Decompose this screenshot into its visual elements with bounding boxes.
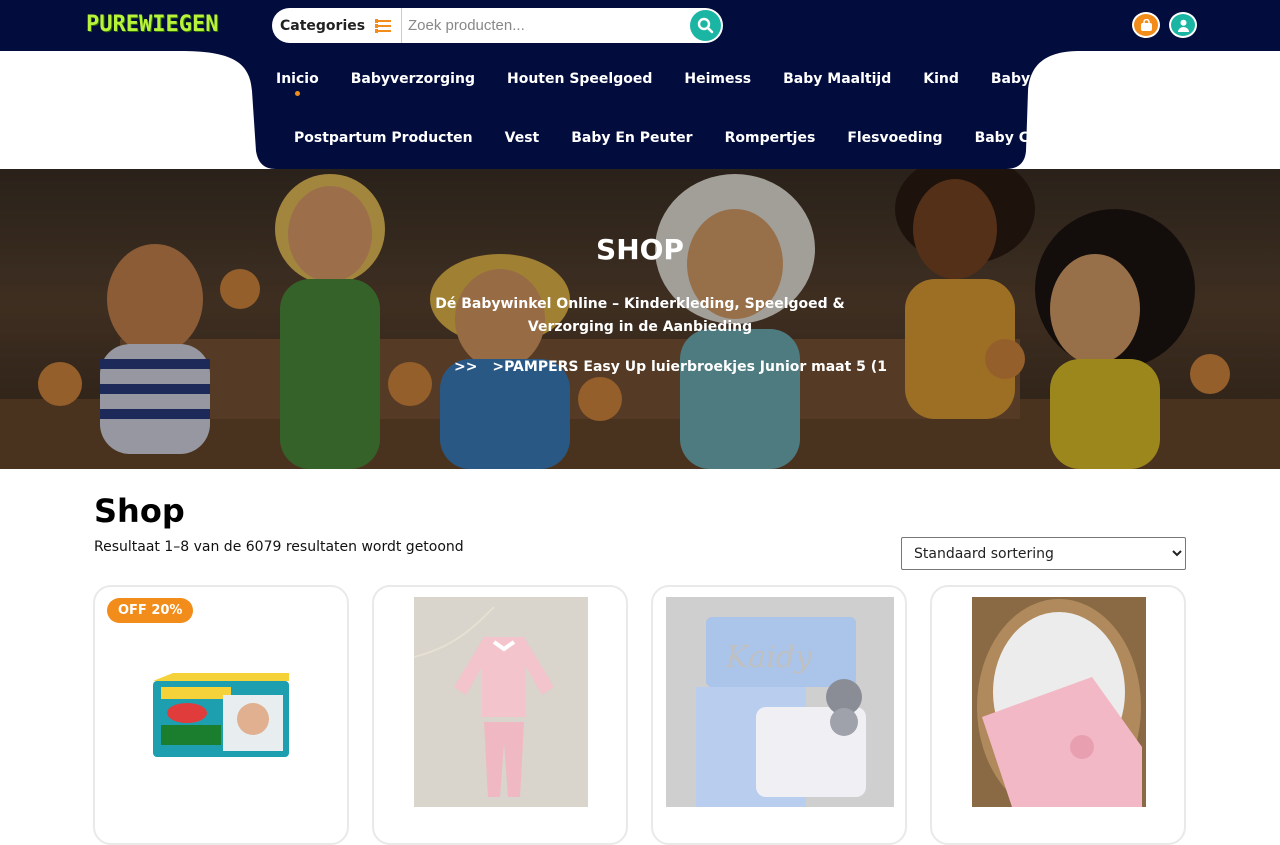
shopping-bag-icon <box>1141 19 1152 31</box>
nav-item-baby-creme[interactable]: Baby Creme <box>975 130 1070 146</box>
user-icon <box>1178 19 1189 32</box>
nav-item-houten-speelgoed[interactable]: Houten Speelgoed <box>507 71 652 87</box>
hero-title: SHOP <box>596 233 684 266</box>
nav-item-vest[interactable]: Vest <box>505 130 540 146</box>
nav-item-inicio[interactable]: Inicio <box>276 71 319 96</box>
breadcrumb-separator: >> <box>454 359 478 375</box>
breadcrumb-current[interactable]: >PAMPERS Easy Up luierbroekjes Junior ma… <box>492 359 887 375</box>
search-icon <box>697 17 714 34</box>
main-navigation: Inicio Babyverzorging Houten Speelgoed H… <box>180 51 1091 169</box>
product-image-blue-name-blanket: Kaidy <box>666 597 894 807</box>
nav-item-baby-en-peuter[interactable]: Baby En Peuter <box>571 130 692 146</box>
page-title: Shop <box>94 492 185 530</box>
hero-subtitle: Dé Babywinkel Online – Kinderkleding, Sp… <box>435 296 845 335</box>
product-image-pampers <box>153 673 289 757</box>
hero-banner: SHOP Dé Babywinkel Online – Kinderkledin… <box>0 169 1280 469</box>
product-card[interactable]: OFF 20% <box>93 585 349 845</box>
search-button[interactable] <box>690 10 721 41</box>
sort-select[interactable]: Standaard sortering <box>901 537 1186 570</box>
top-bar: PUREWIEGEN Categories <box>0 0 1280 51</box>
nav-item-postpartum-producten[interactable]: Postpartum Producten <box>294 130 473 146</box>
svg-text:Kaidy: Kaidy <box>725 640 813 675</box>
categories-button[interactable]: Categories <box>272 8 402 43</box>
breadcrumb: >> >PAMPERS Easy Up luierbroekjes Junior… <box>454 359 887 375</box>
search-input[interactable] <box>408 8 688 43</box>
discount-badge: OFF 20% <box>107 598 194 623</box>
categories-label: Categories <box>280 17 366 34</box>
nav-row-1: Inicio Babyverzorging Houten Speelgoed H… <box>276 71 1091 96</box>
nav-item-babyverzorging[interactable]: Babyverzorging <box>351 71 475 87</box>
search-bar: Categories <box>272 8 723 43</box>
cart-button[interactable] <box>1132 12 1160 38</box>
product-card[interactable] <box>930 585 1186 845</box>
nav-item-rompertjes[interactable]: Rompertjes <box>725 130 816 146</box>
product-card[interactable] <box>372 585 628 845</box>
product-image-pink-blanket-basket <box>972 597 1146 807</box>
result-count: Resultaat 1–8 van de 6079 resultaten wor… <box>94 539 464 555</box>
nav-background <box>180 51 1080 169</box>
nav-item-baby-maaltijd[interactable]: Baby Maaltijd <box>783 71 891 87</box>
site-logo[interactable]: PUREWIEGEN <box>86 12 218 37</box>
account-button[interactable] <box>1169 12 1197 38</box>
nav-item-flesvoeding[interactable]: Flesvoeding <box>847 130 942 146</box>
product-image-pink-knit-set <box>414 597 588 807</box>
product-card[interactable]: Kaidy <box>651 585 907 845</box>
nav-item-heimess[interactable]: Heimess <box>684 71 751 87</box>
nav-item-babydoekjes[interactable]: Babydoekjes <box>991 71 1091 87</box>
list-icon <box>375 18 392 33</box>
nav-item-kind[interactable]: Kind <box>923 71 959 87</box>
nav-row-2: Postpartum Producten Vest Baby En Peuter… <box>294 130 1069 146</box>
